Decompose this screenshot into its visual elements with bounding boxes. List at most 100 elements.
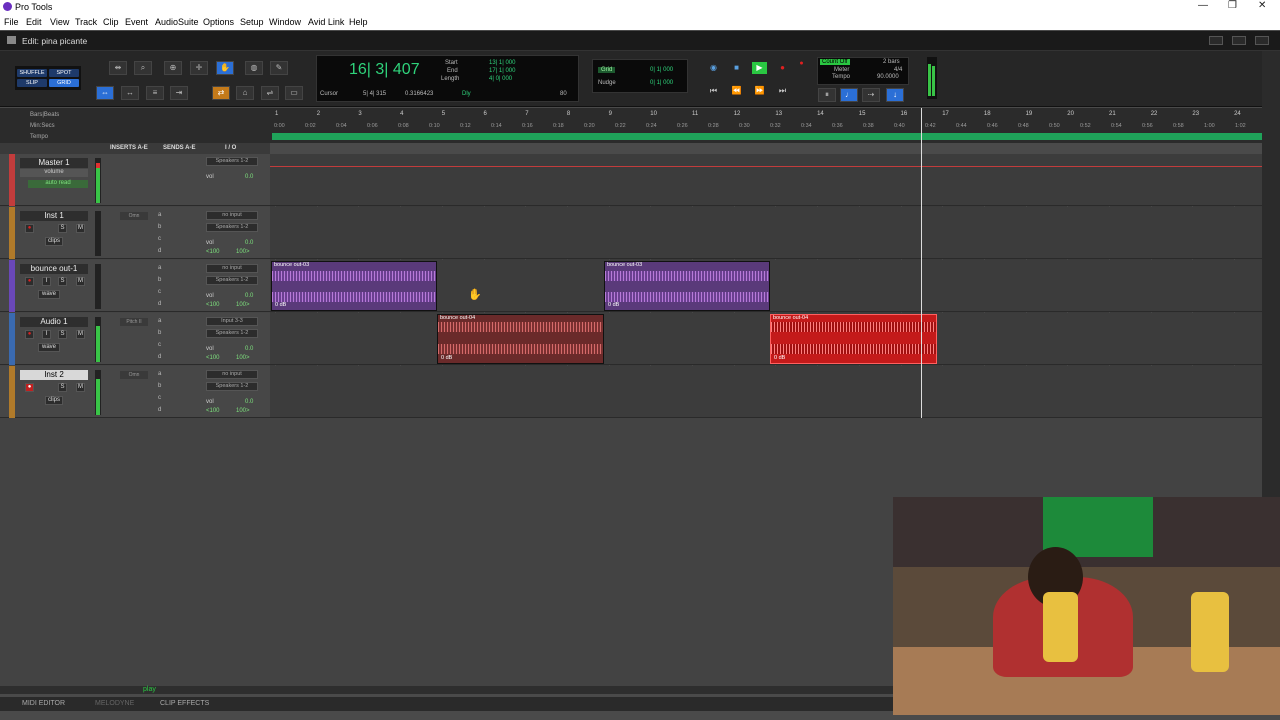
- smart-tool-button[interactable]: ⇄: [212, 86, 230, 100]
- record-arm-button[interactable]: ●: [25, 383, 34, 392]
- input-selector[interactable]: no input: [206, 264, 258, 273]
- play-icon[interactable]: ▶: [752, 62, 767, 74]
- output-selector[interactable]: Speakers 1-2: [206, 276, 258, 285]
- start-value[interactable]: 13| 1| 000: [489, 60, 515, 66]
- menu-audiosuite[interactable]: AudioSuite: [155, 17, 199, 27]
- spot-mode-button[interactable]: SPOT: [49, 69, 79, 77]
- mute-button[interactable]: M: [76, 224, 85, 233]
- track-name[interactable]: Master 1: [20, 158, 88, 168]
- automation-mode[interactable]: auto read: [28, 180, 88, 188]
- zoom-in-icon[interactable]: ⇹: [109, 61, 127, 75]
- send-c[interactable]: c: [158, 289, 161, 295]
- dly-label[interactable]: Dly: [462, 91, 471, 97]
- insertion-follows-button[interactable]: ⇥: [170, 86, 188, 100]
- send-a[interactable]: a: [158, 371, 161, 377]
- inst1-lane[interactable]: [270, 207, 1262, 259]
- menu-options[interactable]: Options: [203, 17, 234, 27]
- output-selector[interactable]: Speakers 1-2: [206, 157, 258, 166]
- tab-to-transient-button[interactable]: ↔: [121, 86, 139, 100]
- melodyne-tab[interactable]: MELODYNE: [95, 700, 134, 707]
- record-mode-icon[interactable]: ●: [794, 58, 809, 70]
- metronome-icon[interactable]: ♩: [840, 88, 858, 102]
- send-d[interactable]: d: [158, 301, 161, 307]
- audio-clip-selected[interactable]: bounce out-04 0 dB: [770, 314, 937, 364]
- pencil-tool-icon[interactable]: ✎: [270, 61, 288, 75]
- length-value[interactable]: 4| 0| 000: [489, 76, 512, 82]
- menu-setup[interactable]: Setup: [240, 17, 264, 27]
- slip-mode-button[interactable]: SLIP: [17, 79, 47, 87]
- trim-tool-icon[interactable]: ⊕: [164, 61, 182, 75]
- input-selector[interactable]: no input: [206, 211, 258, 220]
- send-d[interactable]: d: [158, 248, 161, 254]
- insert-slot[interactable]: Omn: [120, 371, 148, 379]
- mute-button[interactable]: M: [76, 277, 85, 286]
- solo-button[interactable]: S: [58, 383, 67, 392]
- midi-editor-tab[interactable]: MIDI EDITOR: [22, 700, 65, 707]
- edit-minimize-button[interactable]: [1209, 36, 1223, 45]
- selector-tool-icon[interactable]: ✛: [190, 61, 208, 75]
- master-lane[interactable]: [270, 154, 1262, 206]
- send-c[interactable]: c: [158, 236, 161, 242]
- restore-icon[interactable]: ❐: [1228, 0, 1237, 11]
- online-icon[interactable]: ◉: [706, 62, 721, 74]
- record-arm-button[interactable]: ●: [25, 224, 34, 233]
- solo-button[interactable]: S: [58, 330, 67, 339]
- clip-effects-tab[interactable]: CLIP EFFECTS: [160, 700, 209, 707]
- menu-clip[interactable]: Clip: [103, 17, 119, 27]
- close-icon[interactable]: ✕: [1258, 0, 1266, 11]
- main-counter[interactable]: 16| 3| 407: [349, 61, 420, 79]
- link-track-button[interactable]: ≡: [146, 86, 164, 100]
- send-b[interactable]: b: [158, 330, 161, 336]
- output-selector[interactable]: Speakers 1-2: [206, 382, 258, 391]
- input-selector[interactable]: no input: [206, 370, 258, 379]
- scrubber-tool-icon[interactable]: ◍: [245, 61, 263, 75]
- solo-button[interactable]: S: [58, 224, 67, 233]
- nudge-label[interactable]: Nudge: [598, 80, 616, 86]
- grid-mode-button[interactable]: GRID: [49, 79, 79, 87]
- inst2-lane[interactable]: [270, 366, 1262, 418]
- grabber-tool-icon[interactable]: ✋: [216, 61, 234, 75]
- track-name[interactable]: Inst 2: [20, 370, 88, 380]
- grid-label[interactable]: Grid: [598, 67, 616, 73]
- send-c[interactable]: c: [158, 395, 161, 401]
- track-view-selector[interactable]: clips: [45, 396, 63, 405]
- mute-button[interactable]: M: [76, 330, 85, 339]
- stop-icon[interactable]: ■: [729, 62, 744, 74]
- send-d[interactable]: d: [158, 407, 161, 413]
- playhead[interactable]: [921, 108, 922, 418]
- meter-value[interactable]: 4/4: [894, 67, 902, 73]
- tempo-ruler-bar[interactable]: [272, 133, 1262, 140]
- rewind-start-icon[interactable]: ⏮: [706, 85, 721, 97]
- track-view-selector[interactable]: clips: [45, 237, 63, 246]
- send-d[interactable]: d: [158, 354, 161, 360]
- record-arm-button[interactable]: ●: [25, 277, 34, 286]
- zoom-toggle-button[interactable]: ⇔: [96, 86, 114, 100]
- menu-event[interactable]: Event: [125, 17, 148, 27]
- track-name[interactable]: Audio 1: [20, 317, 88, 327]
- audio1-lane[interactable]: [270, 313, 1262, 365]
- tempo-conductor-icon[interactable]: ↓: [886, 88, 904, 102]
- rewind-icon[interactable]: ⏪: [729, 85, 744, 97]
- midi-merge-icon[interactable]: ⇢: [862, 88, 880, 102]
- send-b[interactable]: b: [158, 277, 161, 283]
- send-c[interactable]: c: [158, 342, 161, 348]
- track-view-selector[interactable]: wave: [38, 290, 60, 299]
- menu-view[interactable]: View: [50, 17, 69, 27]
- output-selector[interactable]: Speakers 1-2: [206, 329, 258, 338]
- audio-clip[interactable]: bounce out-03 0 dB: [604, 261, 770, 311]
- minimize-icon[interactable]: —: [1198, 0, 1208, 11]
- menu-edit[interactable]: Edit: [26, 17, 42, 27]
- send-a[interactable]: a: [158, 265, 161, 271]
- edit-timeline[interactable]: bounce out-03 0 dB bounce out-03 0 dB bo…: [270, 154, 1262, 418]
- send-a[interactable]: a: [158, 212, 161, 218]
- insert-slot[interactable]: Pitch II: [120, 318, 148, 326]
- count-off-button[interactable]: Count Off: [820, 59, 850, 65]
- insert-slot[interactable]: Omn: [120, 212, 148, 220]
- end-value[interactable]: 17| 1| 000: [489, 68, 515, 74]
- loop-icon[interactable]: ⏸: [818, 88, 836, 102]
- audio-clip[interactable]: bounce out-03 0 dB: [271, 261, 437, 311]
- menu-track[interactable]: Track: [75, 17, 97, 27]
- mute-button[interactable]: M: [76, 383, 85, 392]
- send-a[interactable]: a: [158, 318, 161, 324]
- track-view-selector[interactable]: wave: [38, 343, 60, 352]
